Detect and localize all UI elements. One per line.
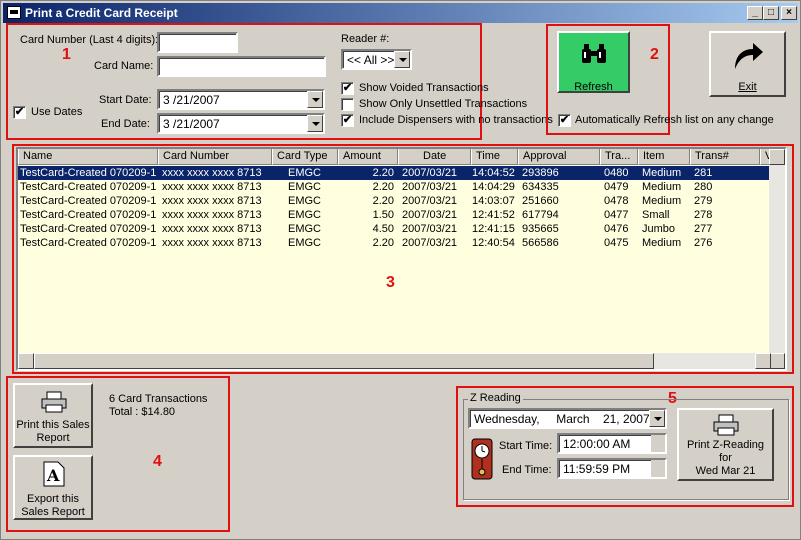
auto-refresh-checkbox[interactable]: ✔ [558,114,571,127]
app-icon [7,6,21,19]
print-z-reading-label-3: Wed Mar 21 [695,465,756,477]
card-number-label: Card Number (Last 4 digits): [20,34,159,46]
z-reading-date-picker[interactable]: Wednesday, March 21, 2007 [468,408,667,429]
reader-value: << All >> [347,53,395,67]
reader-label: Reader #: [341,33,390,45]
transaction-total: Total : $14.80 [109,406,176,418]
z-reading-date-dropdown-icon[interactable] [649,410,665,427]
end-date-dropdown-icon[interactable] [307,115,323,132]
end-time-label: End Time: [502,464,552,476]
card-name-input[interactable] [157,56,326,77]
start-date-dropdown-icon[interactable] [307,91,323,108]
annotation-4: 4 [153,453,162,470]
start-time-input[interactable]: 12:00:00 AM [557,433,667,454]
start-date-label: Start Date: [99,94,152,106]
end-date-picker[interactable]: 3 /21/2007 [157,113,325,134]
include-dispensers-label: Include Dispensers with no transactions [359,114,553,126]
end-time-input[interactable]: 11:59:59 PM [557,458,667,479]
show-unsettled-label: Show Only Unsettled Transactions [359,98,528,110]
maximize-button[interactable]: □ [763,6,779,20]
show-voided-checkbox[interactable]: ✔ [341,82,354,95]
annotation-1: 1 [62,46,71,63]
card-name-label: Card Name: [94,60,154,72]
start-time-spinner[interactable] [651,435,665,452]
print-sales-report-button[interactable]: Print this Sales Report [13,383,93,448]
auto-refresh-label: Automatically Refresh list on any change [575,114,774,126]
end-date-label: End Date: [101,118,150,130]
start-time-label: Start Time: [499,440,553,452]
document-a-icon: A [43,461,65,487]
minimize-button[interactable]: _ [747,6,763,20]
printer-icon [41,391,67,413]
print-sales-report-label-2: Report [36,432,70,444]
start-time-value: 12:00:00 AM [563,437,631,451]
title-bar[interactable]: Print a Credit Card Receipt _ □ × [3,3,798,23]
export-sales-report-label-1: Export this [27,493,79,505]
print-z-reading-button[interactable]: Print Z-Reading for Wed Mar 21 [677,408,774,481]
exit-button[interactable]: Exit [709,31,786,97]
end-date-value: 3 /21/2007 [163,117,220,131]
end-time-spinner[interactable] [651,460,665,477]
z-reading-group-label: Z Reading [468,392,523,404]
exit-label: Exit [738,81,757,93]
show-unsettled-checkbox[interactable] [341,98,354,111]
reader-dropdown-icon[interactable] [394,51,410,68]
print-z-reading-label-2: for [719,452,732,464]
printer-icon [713,414,739,436]
print-z-reading-label-1: Print Z-Reading [686,439,765,451]
svg-text:A: A [46,466,60,485]
export-sales-report-button[interactable]: A Export this Sales Report [13,455,93,520]
window-title: Print a Credit Card Receipt [25,6,178,20]
grid-region [12,144,794,374]
annotation-2: 2 [650,46,659,63]
arrow-curved-icon [735,43,763,69]
transaction-count: 6 Card Transactions [109,393,208,405]
refresh-label: Refresh [574,81,613,93]
annotation-3: 3 [386,274,395,291]
include-dispensers-checkbox[interactable]: ✔ [341,114,354,127]
binoculars-icon [582,44,606,63]
start-date-picker[interactable]: 3 /21/2007 [157,89,325,110]
clock-icon [471,438,493,480]
end-time-value: 11:59:59 PM [563,462,631,476]
show-voided-label: Show Voided Transactions [359,82,489,94]
start-date-value: 3 /21/2007 [163,93,220,107]
close-button[interactable]: × [781,6,797,20]
main-window: Print a Credit Card Receipt _ □ × 1 Card… [0,0,801,540]
z-reading-date-value: Wednesday, March 21, 2007 [474,412,650,426]
use-dates-label: Use Dates [31,106,83,118]
use-dates-checkbox[interactable]: ✔ [13,106,26,119]
export-sales-report-label-2: Sales Report [21,506,85,518]
reader-select[interactable]: << All >> [341,49,412,70]
card-number-input[interactable] [157,32,238,53]
print-sales-report-label-1: Print this Sales [16,419,90,431]
refresh-button[interactable]: Refresh [557,31,630,93]
